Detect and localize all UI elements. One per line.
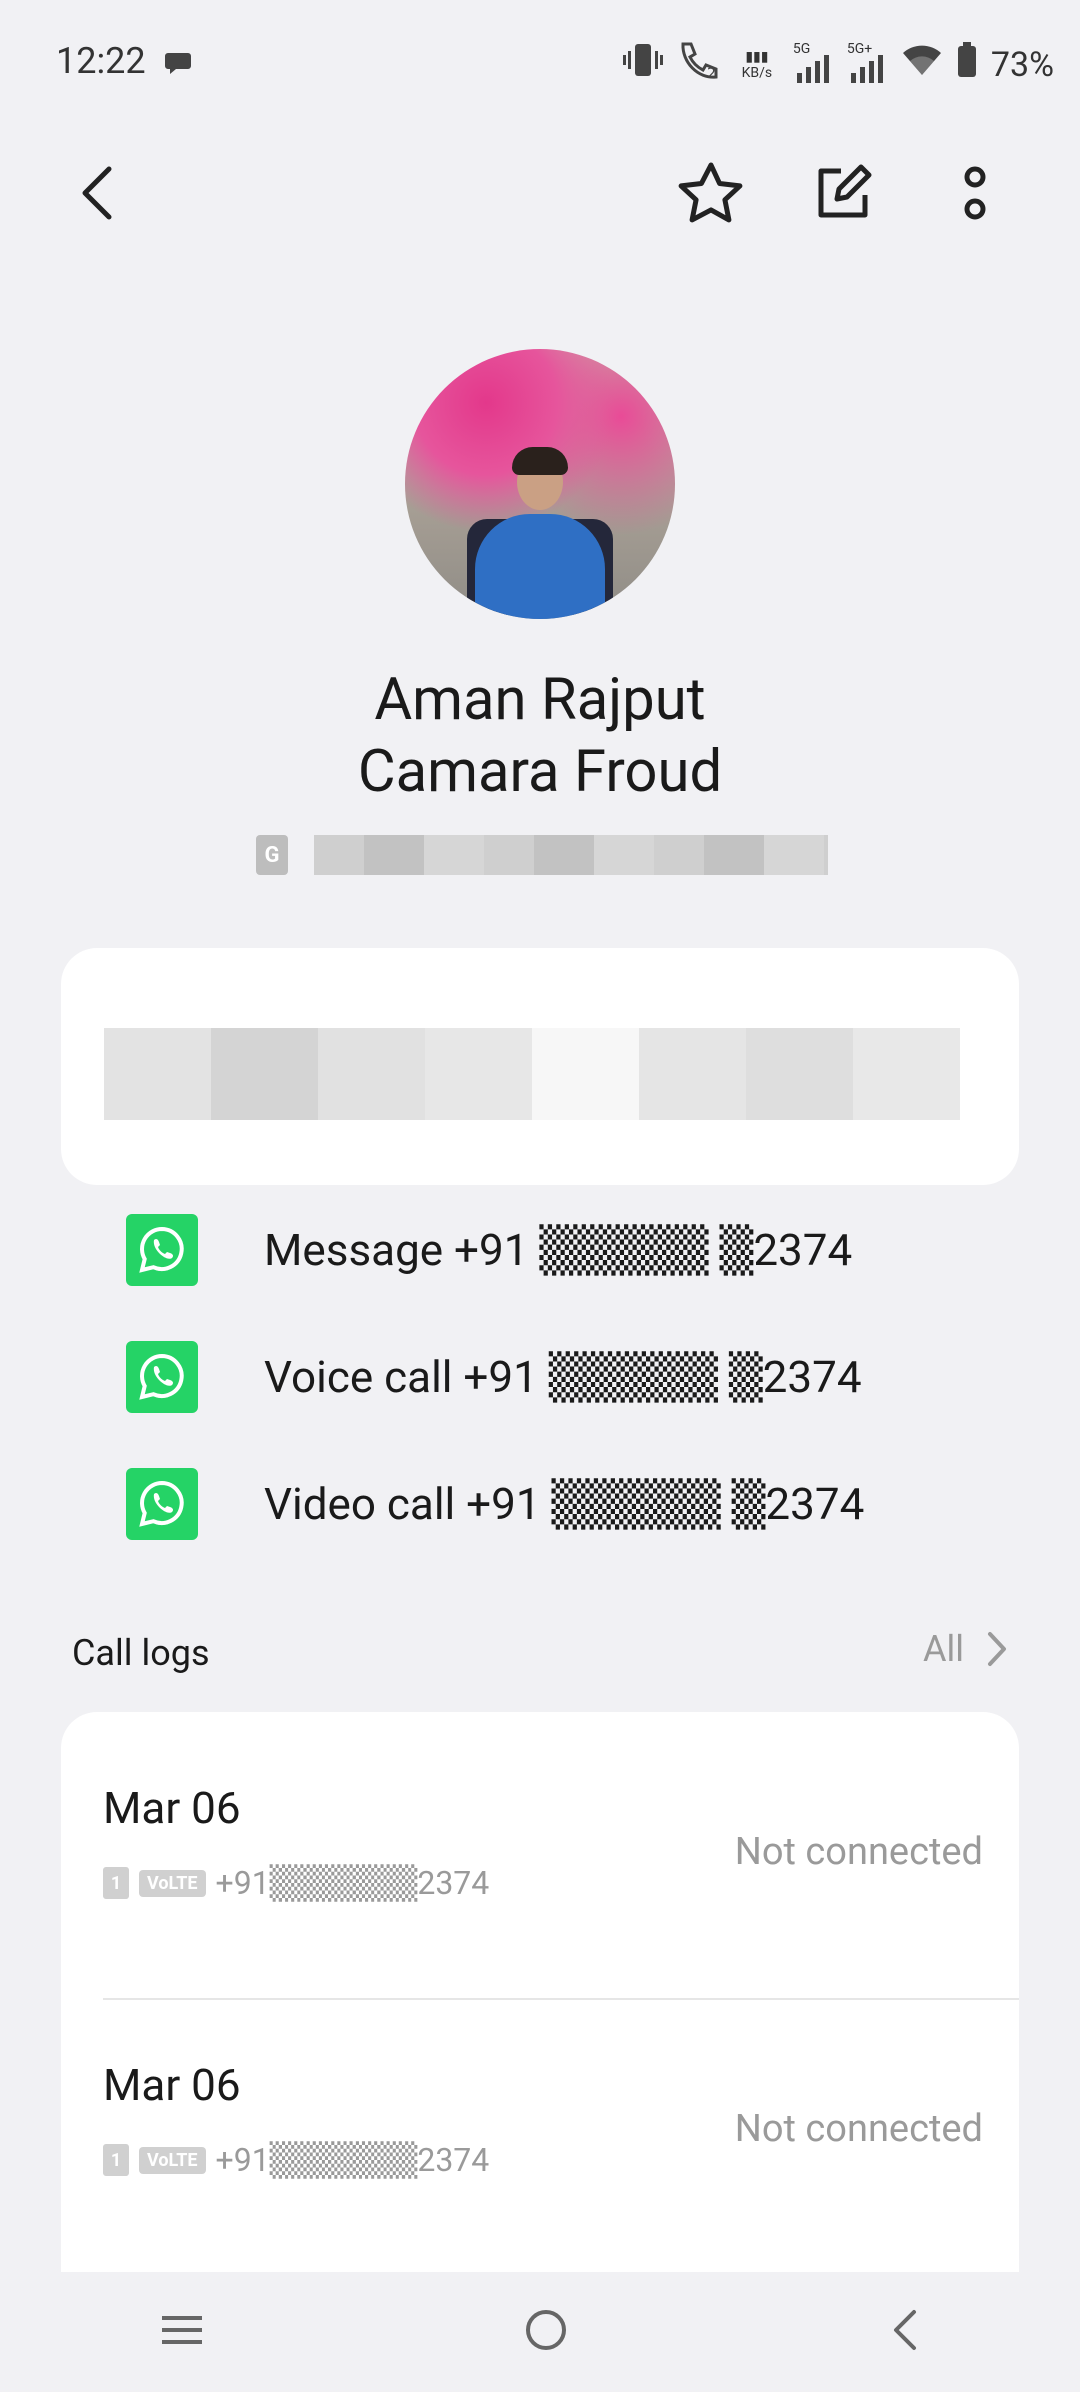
net-speed-value: ▮▮▮ xyxy=(745,48,769,65)
star-icon xyxy=(678,162,743,223)
call-log-number: +91▒▒▒▒▒▒2374 xyxy=(215,1864,490,1902)
home-button[interactable] xyxy=(524,2308,568,2356)
vibrate-icon xyxy=(622,42,663,87)
call-logs-card: Mar 06 1 VoLTE +91▒▒▒▒▒▒2374 Not connect… xyxy=(61,1712,1019,2272)
sim-icon: 1 xyxy=(103,1867,129,1899)
call-log-divider xyxy=(103,1998,1019,2000)
signal-sim2-label: 5G+ xyxy=(846,40,873,57)
menu-icon xyxy=(162,2316,202,2344)
recent-apps-button[interactable] xyxy=(160,2310,204,2354)
phone-number-card[interactable] xyxy=(61,948,1019,1185)
whatsapp-icon xyxy=(126,1341,198,1413)
back-button[interactable] xyxy=(52,148,142,238)
whatsapp-voice-call-label: Voice call +91 ▒▒▒▒▒ ▒2374 xyxy=(264,1351,862,1403)
whatsapp-message-label: Message +91 ▒▒▒▒▒ ▒2374 xyxy=(264,1224,853,1276)
call-log-number: +91▒▒▒▒▒▒2374 xyxy=(215,2141,490,2179)
svg-text:2: 2 xyxy=(707,66,716,80)
favorite-button[interactable] xyxy=(666,148,756,238)
status-time: 12:22 xyxy=(56,40,146,82)
wifi-icon xyxy=(901,43,943,86)
phone-number-redacted xyxy=(104,1028,960,1120)
whatsapp-video-call-label: Video call +91 ▒▒▒▒▒ ▒2374 xyxy=(264,1478,865,1530)
account-row: G xyxy=(256,835,828,875)
chevron-right-icon xyxy=(988,1632,1006,1666)
signal-sim2-icon: 5G+ xyxy=(847,41,887,85)
whatsapp-icon xyxy=(126,1468,198,1540)
battery-level: 73% xyxy=(990,44,1054,85)
whatsapp-voice-call-action[interactable]: Voice call +91 ▒▒▒▒▒ ▒2374 xyxy=(126,1332,862,1422)
account-email-redacted xyxy=(314,835,828,875)
call-log-item[interactable]: Mar 06 1 VoLTE +91▒▒▒▒▒▒2374 Not connect… xyxy=(103,2059,983,2179)
call-log-date: Mar 06 xyxy=(103,1782,241,1834)
chat-bubble-icon xyxy=(164,50,192,80)
volte-badge: VoLTE xyxy=(139,2146,206,2174)
google-account-icon: G xyxy=(256,835,288,875)
whatsapp-video-call-action[interactable]: Video call +91 ▒▒▒▒▒ ▒2374 xyxy=(126,1459,864,1549)
more-vert-icon xyxy=(964,166,986,220)
call-log-status: Not connected xyxy=(734,2107,983,2151)
whatsapp-icon xyxy=(126,1214,198,1286)
wifi-calling-icon: 2 xyxy=(677,40,721,89)
call-log-item[interactable]: Mar 06 1 VoLTE +91▒▒▒▒▒▒2374 Not connect… xyxy=(103,1782,983,1902)
edit-icon xyxy=(818,164,872,218)
call-logs-title: Call logs xyxy=(72,1632,210,1674)
call-logs-all-link[interactable]: All xyxy=(923,1628,1008,1670)
back-arrow-icon xyxy=(82,166,112,220)
edit-button[interactable] xyxy=(798,148,888,238)
sim-icon: 1 xyxy=(103,2144,129,2176)
call-log-date: Mar 06 xyxy=(103,2059,241,2111)
battery-icon xyxy=(957,42,977,87)
call-logs-all-label: All xyxy=(923,1628,964,1670)
whatsapp-message-action[interactable]: Message +91 ▒▒▒▒▒ ▒2374 xyxy=(126,1205,852,1295)
more-options-button[interactable] xyxy=(930,148,1020,238)
system-navigation-bar xyxy=(0,2272,1080,2392)
status-icons: 2 ▮▮▮ KB/s 5G 5G+ 73% xyxy=(622,40,1054,89)
contact-name: Aman Rajput xyxy=(374,666,706,734)
nav-back-button[interactable] xyxy=(888,2308,920,2356)
network-speed-indicator: ▮▮▮ KB/s xyxy=(735,49,779,81)
signal-sim1-icon: 5G xyxy=(793,41,833,85)
net-speed-unit: KB/s xyxy=(741,64,773,81)
home-circle-icon xyxy=(526,2310,566,2350)
contact-avatar[interactable] xyxy=(405,349,675,619)
call-log-status: Not connected xyxy=(734,1830,983,1874)
contact-company: Camara Froud xyxy=(357,738,723,806)
back-chevron-icon xyxy=(894,2310,916,2350)
volte-badge: VoLTE xyxy=(139,1869,206,1897)
signal-sim1-label: 5G xyxy=(792,40,811,57)
